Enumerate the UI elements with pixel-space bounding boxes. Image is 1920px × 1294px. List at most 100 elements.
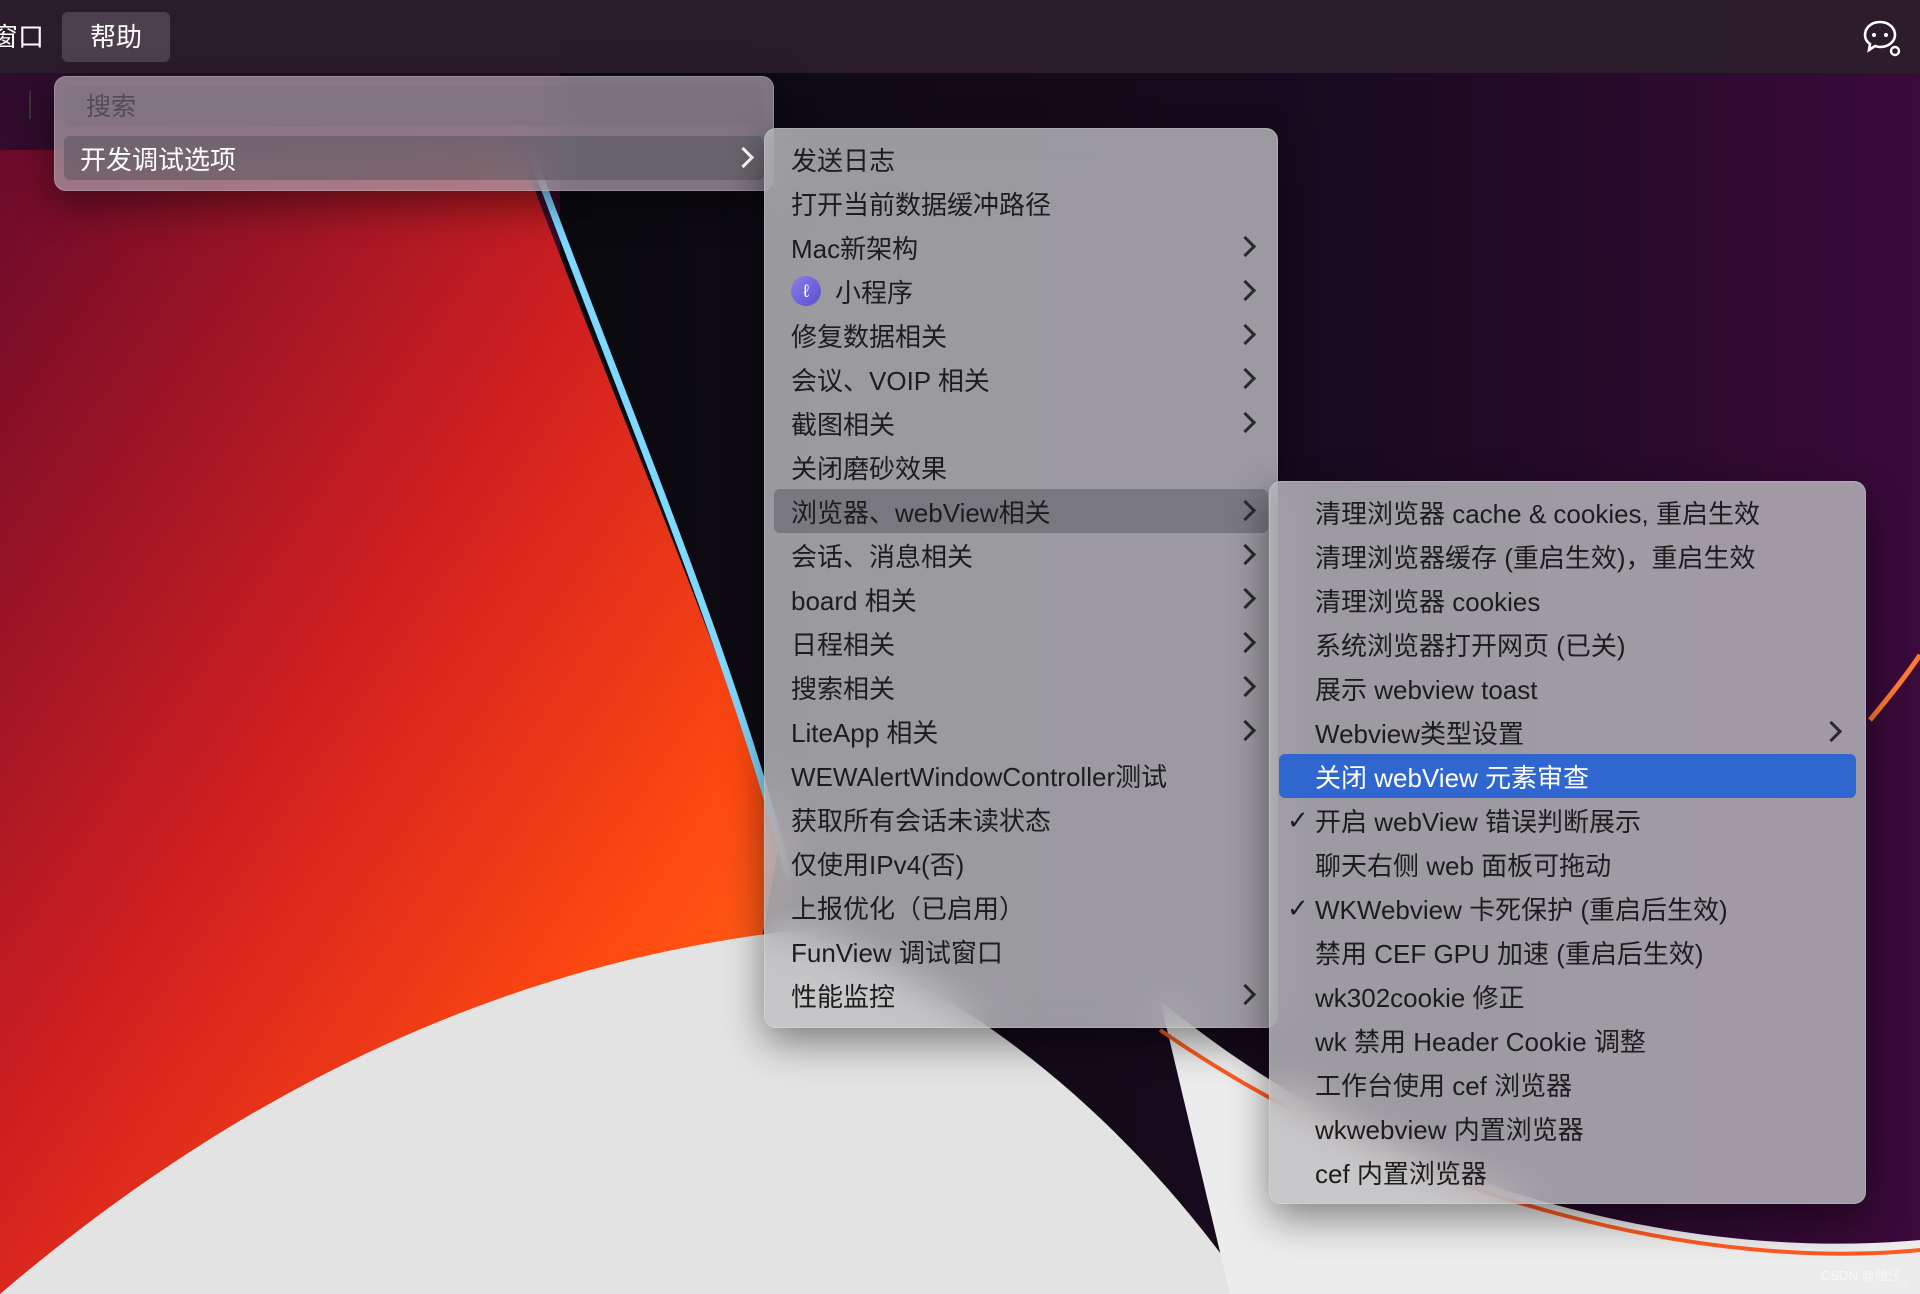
menu-item-label: 小程序 — [835, 277, 914, 308]
help-menu: 开发调试选项 — [54, 76, 774, 191]
menu-item-label: 清理浏览器缓存 (重启生效)，重启生效 — [1315, 542, 1756, 573]
menu-item-debug-19[interactable]: 性能监控 — [774, 973, 1268, 1017]
chevron-right-icon — [1234, 631, 1257, 654]
menu-item-label: 日程相关 — [791, 629, 896, 660]
menu-item-debug-9[interactable]: 会话、消息相关 — [774, 533, 1268, 577]
menu-item-webview-15[interactable]: cef 内置浏览器 — [1279, 1150, 1856, 1194]
menu-item-webview-13[interactable]: 工作台使用 cef 浏览器 — [1279, 1062, 1856, 1106]
menu-item-label: 聊天右侧 web 面板可拖动 — [1315, 850, 1612, 881]
menu-item-debug-8[interactable]: 浏览器、webView相关 — [774, 489, 1268, 533]
miniprogram-icon: ℓ — [791, 276, 821, 306]
menu-item-debug-3[interactable]: ℓ 小程序 — [774, 269, 1268, 313]
webview-options-menu: 清理浏览器 cache & cookies, 重启生效 清理浏览器缓存 (重启生效… — [1269, 481, 1866, 1204]
menu-item-debug-7[interactable]: 关闭磨砂效果 — [774, 445, 1268, 489]
menu-item-webview-14[interactable]: wkwebview 内置浏览器 — [1279, 1106, 1856, 1150]
menu-item-webview-11[interactable]: wk302cookie 修正 — [1279, 974, 1856, 1018]
menu-item-webview-7[interactable]: ✓ 开启 webView 错误判断展示 — [1279, 798, 1856, 842]
menu-item-label: board 相关 — [791, 585, 917, 616]
menu-item-debug-11[interactable]: 日程相关 — [774, 621, 1268, 665]
menu-item-debug-10[interactable]: board 相关 — [774, 577, 1268, 621]
menubar: 窗口 帮助 — [0, 0, 1920, 73]
menu-item-webview-4[interactable]: 展示 webview toast — [1279, 666, 1856, 710]
menu-item-label: 关闭磨砂效果 — [791, 453, 948, 484]
menubar-item-window[interactable]: 窗口 — [0, 12, 54, 62]
menu-item-label: 工作台使用 cef 浏览器 — [1315, 1070, 1573, 1101]
menu-item-label: 开发调试选项 — [80, 144, 237, 175]
menu-item-debug-15[interactable]: 获取所有会话未读状态 — [774, 797, 1268, 841]
menu-item-webview-6[interactable]: 关闭 webView 元素审查 — [1279, 754, 1856, 798]
chevron-right-icon — [1234, 543, 1257, 566]
text-caret — [29, 91, 31, 119]
menu-item-webview-1[interactable]: 清理浏览器缓存 (重启生效)，重启生效 — [1279, 534, 1856, 578]
menu-item-label: Webview类型设置 — [1315, 718, 1525, 749]
chevron-right-icon — [1234, 587, 1257, 610]
checkmark-icon: ✓ — [1287, 892, 1309, 923]
menu-item-webview-2[interactable]: 清理浏览器 cookies — [1279, 578, 1856, 622]
chevron-right-icon — [732, 146, 755, 169]
menu-item-label: wk302cookie 修正 — [1315, 982, 1525, 1013]
menu-item-label: 浏览器、webView相关 — [791, 497, 1051, 528]
checkmark-icon: ✓ — [1287, 804, 1309, 835]
debug-options-menu: 发送日志打开当前数据缓冲路径 Mac新架构 ℓ 小程序修复数据相关会议、VOIP 相关… — [764, 128, 1278, 1028]
menu-item-debug-4[interactable]: 修复数据相关 — [774, 313, 1268, 357]
menu-item-label: 打开当前数据缓冲路径 — [791, 189, 1052, 220]
menu-item-label: FunView 调试窗口 — [791, 937, 1003, 968]
menu-item-label: WKWebview 卡死保护 (重启后生效) — [1315, 894, 1728, 925]
menu-item-webview-9[interactable]: ✓ WKWebview 卡死保护 (重启后生效) — [1279, 886, 1856, 930]
menu-item-label: 上报优化（已启用） — [791, 893, 1026, 924]
wechat-chat-icon[interactable] — [1860, 16, 1902, 58]
menu-item-label: 搜索相关 — [791, 673, 896, 704]
menu-item-debug-0[interactable]: 发送日志 — [774, 137, 1268, 181]
menu-item-debug-14[interactable]: WEWAlertWindowController测试 — [774, 753, 1268, 797]
menu-item-webview-5[interactable]: Webview类型设置 — [1279, 710, 1856, 754]
chevron-right-icon — [1234, 675, 1257, 698]
menu-item-label: 会议、VOIP 相关 — [791, 365, 990, 396]
menu-item-label: WEWAlertWindowController测试 — [791, 761, 1168, 792]
chevron-right-icon — [1234, 411, 1257, 434]
menu-item-label: 系统浏览器打开网页 (已关) — [1315, 630, 1626, 661]
menu-item-label: 会话、消息相关 — [791, 541, 974, 572]
chevron-right-icon — [1234, 235, 1257, 258]
menu-item-label: 清理浏览器 cache & cookies, 重启生效 — [1315, 498, 1760, 529]
menu-item-webview-12[interactable]: wk 禁用 Header Cookie 调整 — [1279, 1018, 1856, 1062]
menu-item-label: 关闭 webView 元素审查 — [1315, 762, 1590, 793]
menu-item-label: 展示 webview toast — [1315, 674, 1538, 705]
menu-item-debug-5[interactable]: 会议、VOIP 相关 — [774, 357, 1268, 401]
chevron-right-icon — [1234, 499, 1257, 522]
menu-item-label: 截图相关 — [791, 409, 896, 440]
chevron-right-icon — [1234, 279, 1257, 302]
menu-item-webview-0[interactable]: 清理浏览器 cache & cookies, 重启生效 — [1279, 490, 1856, 534]
menu-item-label: 清理浏览器 cookies — [1315, 586, 1541, 617]
menu-item-webview-3[interactable]: 系统浏览器打开网页 (已关) — [1279, 622, 1856, 666]
menu-item-label: wk 禁用 Header Cookie 调整 — [1315, 1026, 1646, 1057]
menu-item-debug-1[interactable]: 打开当前数据缓冲路径 — [774, 181, 1268, 225]
chevron-right-icon — [1234, 983, 1257, 1006]
menu-item-debug-16[interactable]: 仅使用IPv4(否) — [774, 841, 1268, 885]
menu-item-label: Mac新架构 — [791, 233, 919, 264]
menu-item-label: 发送日志 — [791, 145, 896, 176]
search-input[interactable] — [84, 90, 748, 124]
menu-item-debug-6[interactable]: 截图相关 — [774, 401, 1268, 445]
menu-item-dev-debug-options[interactable]: 开发调试选项 — [64, 136, 764, 180]
menu-search-field[interactable] — [64, 86, 764, 126]
menu-item-label: LiteApp 相关 — [791, 717, 939, 748]
chevron-right-icon — [1234, 367, 1257, 390]
chevron-right-icon — [1820, 720, 1843, 743]
menu-item-label: 开启 webView 错误判断展示 — [1315, 806, 1642, 837]
menu-item-webview-10[interactable]: 禁用 CEF GPU 加速 (重启后生效) — [1279, 930, 1856, 974]
menu-item-debug-12[interactable]: 搜索相关 — [774, 665, 1268, 709]
menu-item-label: 仅使用IPv4(否) — [791, 849, 965, 880]
menu-item-debug-2[interactable]: Mac新架构 — [774, 225, 1268, 269]
menu-item-debug-17[interactable]: 上报优化（已启用） — [774, 885, 1268, 929]
menu-item-label: 性能监控 — [791, 981, 896, 1012]
menu-item-label: 获取所有会话未读状态 — [791, 805, 1052, 836]
menu-item-webview-8[interactable]: 聊天右侧 web 面板可拖动 — [1279, 842, 1856, 886]
menu-item-debug-13[interactable]: LiteApp 相关 — [774, 709, 1268, 753]
menu-item-label: cef 内置浏览器 — [1315, 1158, 1487, 1189]
menu-item-label: 禁用 CEF GPU 加速 (重启后生效) — [1315, 938, 1704, 969]
chevron-right-icon — [1234, 323, 1257, 346]
menu-item-label: wkwebview 内置浏览器 — [1315, 1114, 1584, 1145]
watermark: CSDN @旭仔_ — [1821, 1268, 1908, 1283]
menu-item-debug-18[interactable]: FunView 调试窗口 — [774, 929, 1268, 973]
menubar-item-help[interactable]: 帮助 — [62, 11, 171, 62]
